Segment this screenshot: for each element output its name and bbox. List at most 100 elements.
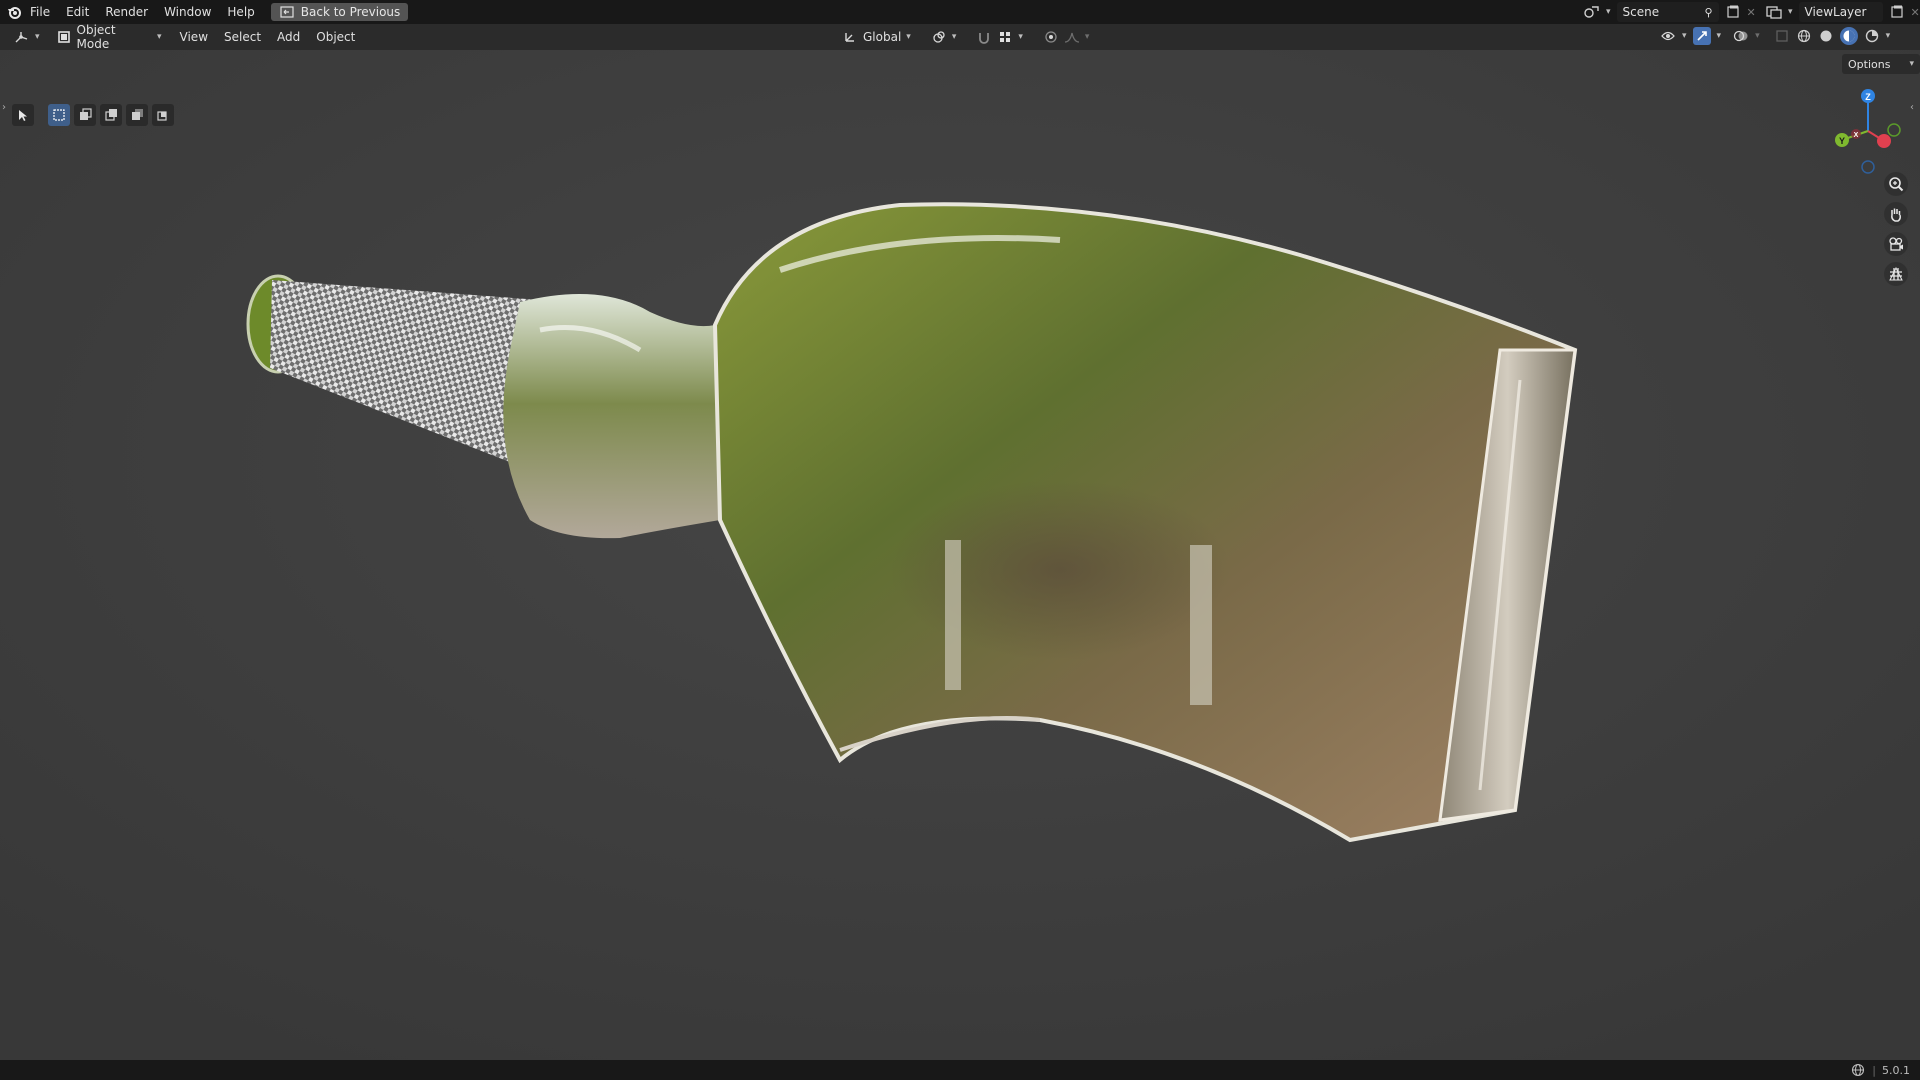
- gizmo-z-label: Z: [1865, 92, 1871, 102]
- orientation-chevron-icon: ▾: [906, 32, 911, 42]
- options-dropdown[interactable]: Options ▾: [1842, 54, 1920, 74]
- sidebar-expand-icon[interactable]: ‹: [1910, 102, 1914, 113]
- menu-view[interactable]: View: [172, 25, 216, 49]
- proportional-editing-controls: ▾: [1037, 27, 1096, 47]
- zoom-button[interactable]: [1884, 172, 1908, 196]
- viewport-header: ▾ Object Mode ▾ View Select Add Object G…: [0, 23, 1920, 51]
- object-mode-icon: [56, 29, 72, 45]
- menu-add[interactable]: Add: [269, 25, 308, 49]
- navigation-gizmo[interactable]: Z Y X: [1826, 86, 1906, 176]
- pivot-chevron-icon: ▾: [951, 32, 957, 42]
- close-viewlayer-icon[interactable]: ✕: [1911, 6, 1920, 19]
- scene-name-field[interactable]: Scene ⚲: [1616, 2, 1719, 22]
- close-scene-icon[interactable]: ✕: [1747, 6, 1756, 19]
- gizmo-x-axis: [1877, 134, 1891, 148]
- transform-orientation-dropdown[interactable]: Global ▾: [836, 27, 917, 47]
- new-scene-icon[interactable]: [1725, 4, 1741, 20]
- visibility-chevron-icon[interactable]: ▾: [1682, 31, 1687, 41]
- toolbar-expand-icon[interactable]: ›: [2, 102, 6, 113]
- visibility-icon[interactable]: [1660, 28, 1676, 44]
- editor-type-icon: [14, 29, 30, 45]
- zoom-icon: [1889, 177, 1904, 192]
- shading-wireframe-icon[interactable]: [1796, 28, 1812, 44]
- network-icon: [1850, 1062, 1866, 1078]
- select-extend-icon: [80, 108, 92, 120]
- display-controls: ▾ ▾ ▾ ▾: [1660, 27, 1890, 45]
- select-difference-button[interactable]: [126, 104, 148, 126]
- viewlayer-name-field[interactable]: ViewLayer: [1798, 2, 1883, 22]
- gizmo-chevron-icon[interactable]: ▾: [1717, 31, 1722, 41]
- gizmo-x-label: X: [1854, 132, 1859, 139]
- new-viewlayer-icon[interactable]: [1889, 4, 1905, 20]
- proportional-editing-icon[interactable]: [1043, 29, 1059, 45]
- version-label: 5.0.1: [1882, 1063, 1910, 1077]
- snap-chevron-icon[interactable]: ▾: [1018, 32, 1023, 42]
- orientation-label: Global: [863, 30, 902, 44]
- select-new-button[interactable]: [48, 104, 70, 126]
- transform-controls: Global ▾ ▾ ▾ ▾: [836, 27, 1095, 47]
- menu-edit[interactable]: Edit: [58, 0, 97, 24]
- menu-file[interactable]: File: [22, 0, 58, 24]
- select-tools: [12, 104, 174, 126]
- select-extend-button[interactable]: [74, 104, 96, 126]
- hand-icon: [1891, 208, 1901, 222]
- viewlayer-chevron-icon[interactable]: ▾: [1788, 7, 1793, 17]
- viewlayer-selector: ▾ ViewLayer ✕: [1766, 2, 1920, 22]
- 3d-viewport[interactable]: › ‹ Options ▾ Z Y X: [0, 50, 1920, 1060]
- scene-selector: ▾ Scene ⚲ ✕: [1584, 2, 1756, 22]
- viewlayer-name: ViewLayer: [1804, 5, 1867, 19]
- menu-render[interactable]: Render: [97, 0, 156, 24]
- gizmo-toggle-icon[interactable]: [1692, 27, 1711, 45]
- falloff-chevron-icon[interactable]: ▾: [1085, 32, 1090, 42]
- pan-button[interactable]: [1884, 202, 1908, 226]
- orientation-icon: [842, 29, 858, 45]
- menu-object[interactable]: Object: [308, 25, 363, 49]
- select-new-icon: [53, 109, 65, 121]
- blender-logo-icon[interactable]: [6, 4, 22, 20]
- object-mode-dropdown[interactable]: Object Mode ▾: [50, 23, 168, 51]
- pin-icon[interactable]: ⚲: [1704, 6, 1712, 19]
- orthographic-toggle-button[interactable]: [1884, 262, 1908, 286]
- overlays-icon[interactable]: [1733, 28, 1749, 44]
- options-chevron-icon: ▾: [1909, 59, 1914, 69]
- select-difference-icon: [132, 109, 143, 120]
- snap-toggle-icon[interactable]: [976, 29, 992, 45]
- select-intersect-button[interactable]: [152, 104, 174, 126]
- object-mode-label: Object Mode: [76, 23, 116, 51]
- options-label: Options: [1848, 57, 1891, 71]
- shading-material-icon[interactable]: [1839, 27, 1858, 45]
- back-icon: [279, 4, 295, 20]
- grid-icon: [1889, 266, 1903, 281]
- gizmo-y-label: Y: [1839, 136, 1845, 146]
- snap-increment-icon[interactable]: [997, 29, 1013, 45]
- overlays-chevron-icon[interactable]: ▾: [1755, 31, 1760, 41]
- menu-help[interactable]: Help: [219, 0, 262, 24]
- camera-view-button[interactable]: [1884, 232, 1908, 256]
- scene-chevron-icon[interactable]: ▾: [1606, 7, 1611, 17]
- top-menu-bar: File Edit Render Window Help Back to Pre…: [0, 0, 1920, 24]
- back-to-previous-label: Back to Previous: [300, 5, 401, 19]
- camera-icon: [1889, 237, 1903, 251]
- back-to-previous-button[interactable]: Back to Previous: [270, 3, 409, 21]
- falloff-icon[interactable]: [1064, 29, 1080, 45]
- select-subtract-button[interactable]: [100, 104, 122, 126]
- menu-select[interactable]: Select: [216, 25, 269, 49]
- menu-window[interactable]: Window: [156, 0, 219, 24]
- neck: [503, 294, 720, 539]
- scene-icon[interactable]: [1584, 4, 1600, 20]
- pivot-icon: [931, 29, 947, 45]
- object-mode-chevron-icon: ▾: [157, 32, 162, 42]
- pivot-point-dropdown[interactable]: ▾: [925, 27, 963, 47]
- editor-type-chevron-icon: ▾: [35, 32, 40, 42]
- shading-rendered-icon[interactable]: [1864, 28, 1880, 44]
- select-tool-button[interactable]: [12, 104, 34, 126]
- viewlayer-icon[interactable]: [1766, 4, 1782, 20]
- xray-icon[interactable]: [1774, 28, 1790, 44]
- select-subtract-icon: [105, 109, 117, 121]
- viewport-scene: [0, 50, 1920, 1060]
- editor-type-button[interactable]: ▾: [8, 27, 46, 47]
- shading-chevron-icon[interactable]: ▾: [1886, 31, 1891, 41]
- snap-controls: ▾: [970, 27, 1029, 47]
- shading-solid-icon[interactable]: [1818, 28, 1834, 44]
- status-separator: |: [1872, 1063, 1876, 1077]
